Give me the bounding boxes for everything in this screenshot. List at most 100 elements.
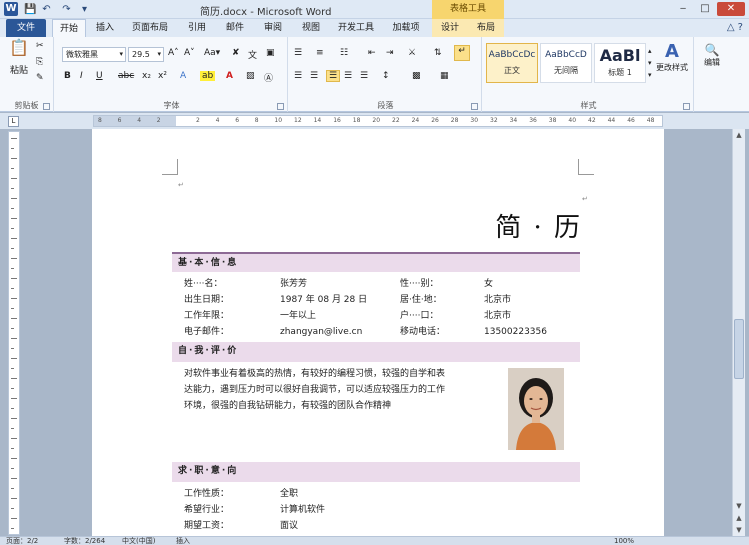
style-no-spacing[interactable]: AaBbCcD 无间隔 bbox=[540, 43, 592, 83]
table-row[interactable]: 工作年限： 一年以上 户····口： 北京市 bbox=[172, 308, 580, 324]
section-self-eval[interactable]: 自·我·评·价 bbox=[172, 342, 580, 362]
tab-selector[interactable]: L bbox=[8, 116, 19, 127]
close-button[interactable]: ✕ bbox=[717, 2, 745, 16]
shrink-font-icon[interactable]: A˅ bbox=[184, 48, 195, 58]
style-normal[interactable]: AaBbCcDc 正文 bbox=[486, 43, 538, 83]
vertical-scrollbar[interactable]: ▲ ▼ ▲ ▼ bbox=[732, 129, 745, 536]
table-row[interactable]: 电子邮件： zhangyan@live.cn 移动电话： 13500223356 bbox=[172, 324, 580, 340]
document-page[interactable]: ↵ ↵ 简 · 历 基·本·信·息 姓····名： 张芳芳 性····别： 女 … bbox=[92, 129, 664, 536]
char-border-icon[interactable]: ▣ bbox=[266, 48, 275, 58]
shading-icon[interactable]: ▩ bbox=[412, 71, 421, 81]
cut-icon[interactable]: ✂ bbox=[36, 41, 44, 51]
font-launcher-icon[interactable] bbox=[277, 103, 284, 110]
justify-icon[interactable]: ☰ bbox=[344, 71, 352, 81]
format-painter-icon[interactable]: ✎ bbox=[36, 73, 44, 83]
next-page-icon[interactable]: ▼ bbox=[733, 524, 745, 536]
grow-font-icon[interactable]: A˄ bbox=[168, 48, 179, 58]
tab-page-layout[interactable]: 页面布局 bbox=[124, 19, 176, 37]
tab-references[interactable]: 引用 bbox=[180, 19, 214, 37]
status-page[interactable]: 页面：2/2 bbox=[6, 537, 38, 545]
text-effects-icon[interactable]: A bbox=[180, 71, 186, 81]
highlight-icon[interactable]: ab bbox=[200, 71, 216, 81]
undo-icon[interactable]: ↶ bbox=[40, 3, 53, 16]
tab-file[interactable]: 文件 bbox=[6, 19, 46, 37]
tab-table-layout[interactable]: 布局 bbox=[468, 19, 504, 37]
word-app-icon[interactable]: W bbox=[4, 2, 18, 16]
phonetic-guide-icon[interactable]: 文 bbox=[248, 48, 257, 61]
table-row[interactable]: 期望工资： 面议 bbox=[172, 518, 580, 534]
bold-icon[interactable]: B bbox=[64, 71, 71, 81]
styles-launcher-icon[interactable] bbox=[683, 103, 690, 110]
table-row[interactable]: 工作性质： 全职 bbox=[172, 486, 580, 502]
italic-icon[interactable]: I bbox=[80, 71, 83, 81]
maximize-button[interactable]: □ bbox=[695, 2, 715, 16]
multilevel-list-icon[interactable]: ☷ bbox=[340, 48, 348, 58]
tab-developer[interactable]: 开发工具 bbox=[332, 19, 380, 37]
resume-title[interactable]: 简 · 历 bbox=[495, 207, 582, 244]
table-row[interactable]: 希望行业： 计算机软件 bbox=[172, 502, 580, 518]
align-right-icon[interactable]: ☰ bbox=[326, 70, 340, 82]
horizontal-ruler[interactable]: 8 6 4 2 2 4 6 8 10 12 14 16 18 20 22 24 26 28 30 32 34 36 38 40… bbox=[93, 115, 663, 127]
subscript-icon[interactable]: x₂ bbox=[142, 71, 151, 81]
font-name-combo[interactable]: 微软雅黑 ▾ bbox=[62, 47, 126, 62]
prev-page-icon[interactable]: ▲ bbox=[733, 512, 745, 524]
copy-icon[interactable]: ⎘ bbox=[36, 57, 43, 67]
section-job-intent[interactable]: 求·职·意·向 bbox=[172, 462, 580, 482]
increase-indent-icon[interactable]: ⇥ bbox=[386, 48, 394, 58]
tab-table-design[interactable]: 设计 bbox=[432, 19, 468, 37]
style-heading-1[interactable]: AaBl 标题 1 bbox=[594, 43, 646, 83]
paragraph-launcher-icon[interactable] bbox=[471, 103, 478, 110]
scroll-up-icon[interactable]: ▲ bbox=[733, 129, 745, 141]
bullets-icon[interactable]: ☰ bbox=[294, 48, 302, 58]
profile-photo[interactable] bbox=[508, 368, 564, 450]
status-insert-mode[interactable]: 插入 bbox=[176, 537, 190, 545]
resume-table[interactable]: 基·本·信·息 姓····名： 张芳芳 性····别： 女 出生日期： 1987… bbox=[172, 252, 580, 536]
section-basic-info[interactable]: 基·本·信·息 bbox=[172, 252, 580, 272]
font-color-icon[interactable]: A bbox=[226, 71, 233, 81]
align-left-icon[interactable]: ☰ bbox=[294, 71, 302, 81]
status-language[interactable]: 中文(中国) bbox=[122, 537, 155, 545]
show-marks-icon[interactable]: ↵ bbox=[454, 45, 470, 61]
change-case-icon[interactable]: Aa▾ bbox=[204, 48, 220, 58]
paste-button[interactable]: 📋 粘贴 bbox=[6, 40, 32, 77]
char-shading-icon[interactable]: ▨ bbox=[246, 71, 255, 81]
save-icon[interactable]: 💾 bbox=[24, 3, 37, 16]
tab-review[interactable]: 审阅 bbox=[256, 19, 290, 37]
sort-icon[interactable]: ⇅ bbox=[434, 48, 442, 58]
line-spacing-icon[interactable]: ↕ bbox=[382, 71, 390, 81]
vertical-ruler[interactable] bbox=[8, 131, 20, 535]
tab-home[interactable]: 开始 bbox=[52, 19, 86, 37]
status-zoom[interactable]: 100% bbox=[614, 537, 634, 545]
status-words[interactable]: 字数：2/264 bbox=[64, 537, 105, 545]
scroll-thumb[interactable] bbox=[734, 319, 744, 379]
document-area[interactable]: ↵ ↵ 简 · 历 基·本·信·息 姓····名： 张芳芳 性····别： 女 … bbox=[22, 129, 732, 536]
scroll-down-icon[interactable]: ▼ bbox=[733, 500, 745, 512]
align-center-icon[interactable]: ☰ bbox=[310, 71, 318, 81]
styles-scroll-icon[interactable]: ▴ ▾ ▾ bbox=[648, 45, 652, 81]
customize-quick-access-icon[interactable]: ▾ bbox=[78, 3, 91, 16]
borders-icon[interactable]: ▦ bbox=[440, 71, 449, 81]
minimize-button[interactable]: ‒ bbox=[673, 2, 693, 16]
change-styles-button[interactable]: A 更改样式 bbox=[654, 41, 690, 73]
clear-format-icon[interactable]: ✘ bbox=[232, 48, 240, 58]
decrease-indent-icon[interactable]: ⇤ bbox=[368, 48, 376, 58]
enclose-char-icon[interactable]: Ⓐ bbox=[264, 71, 273, 84]
self-eval-body[interactable]: 对软件事业有着极高的热情，有较好的编程习惯，较强的自学和表 达能力，遇到压力时可… bbox=[172, 362, 580, 462]
underline-icon[interactable]: U bbox=[96, 71, 103, 81]
distributed-icon[interactable]: ☰ bbox=[360, 71, 368, 81]
tab-view[interactable]: 视图 bbox=[294, 19, 328, 37]
help-icon[interactable]: △ ? bbox=[727, 22, 743, 33]
tab-add-ins[interactable]: 加载项 bbox=[384, 19, 428, 37]
numbering-icon[interactable]: ≡ bbox=[316, 48, 324, 58]
tab-insert[interactable]: 插入 bbox=[88, 19, 122, 37]
font-size-combo[interactable]: 29.5 ▾ bbox=[128, 47, 164, 62]
superscript-icon[interactable]: x² bbox=[158, 71, 167, 81]
chinese-layout-icon[interactable]: ⚔ bbox=[408, 48, 416, 58]
redo-icon[interactable]: ↷ bbox=[60, 3, 73, 16]
clipboard-launcher-icon[interactable] bbox=[43, 103, 50, 110]
tab-mailings[interactable]: 邮件 bbox=[218, 19, 252, 37]
table-row[interactable]: 出生日期： 1987 年 08 月 28 日 居·住·地： 北京市 bbox=[172, 292, 580, 308]
table-row[interactable]: 姓····名： 张芳芳 性····别： 女 bbox=[172, 276, 580, 292]
strikethrough-icon[interactable]: abc bbox=[118, 71, 134, 81]
editing-button[interactable]: 🔍 编辑 bbox=[700, 43, 724, 68]
